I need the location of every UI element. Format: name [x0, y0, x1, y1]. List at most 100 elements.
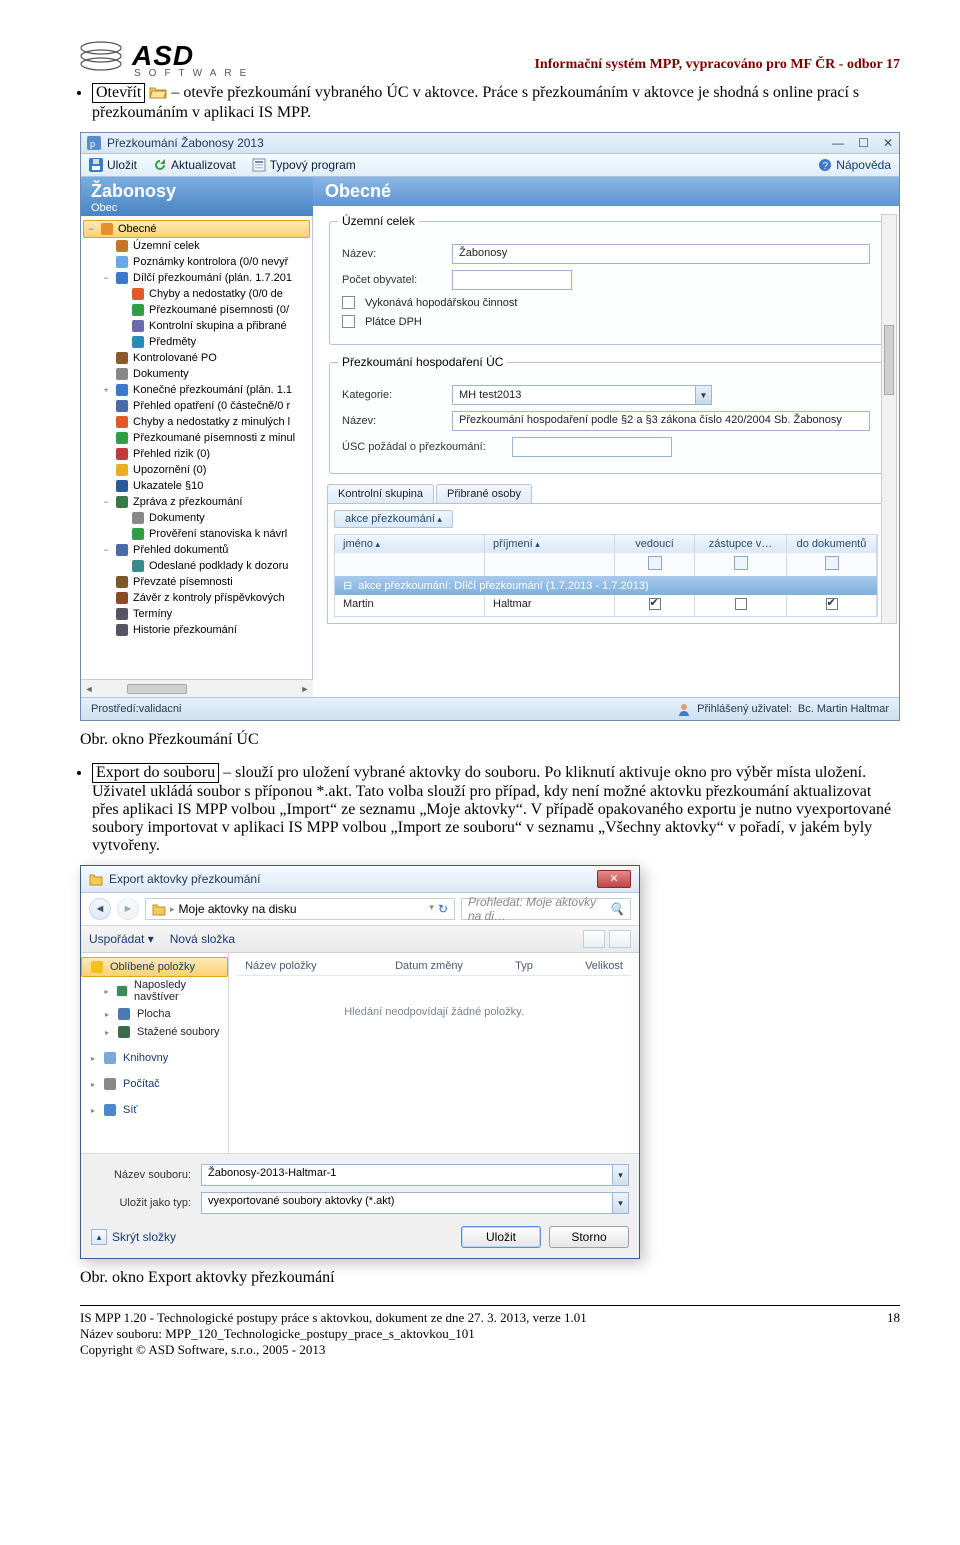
save-file-button[interactable]: Uložit — [461, 1226, 541, 1248]
input-nazev2[interactable]: Přezkoumání hospodaření podle §2 a §3 zá… — [452, 411, 870, 431]
nav-item[interactable]: ▸Naposledy navštíver — [81, 977, 228, 1005]
tree-item[interactable]: Závěr z kontroly příspěvkových — [83, 590, 310, 606]
help2-button[interactable] — [609, 930, 631, 948]
chk-dok[interactable] — [826, 598, 838, 610]
tree-item[interactable]: Chyby a nedostatky (0/0 de — [83, 286, 310, 302]
tree-label: Územní celek — [133, 240, 200, 252]
tree-item[interactable]: −Obecné — [83, 220, 310, 238]
nav-item[interactable]: ▸Stažené soubory — [81, 1023, 228, 1041]
tree-item[interactable]: Předměty — [83, 334, 310, 350]
nav-label: Síť — [123, 1104, 138, 1116]
input-pocet[interactable] — [452, 270, 572, 290]
table-row[interactable]: Martin Haltmar — [335, 595, 877, 616]
save-button[interactable]: Uložit — [89, 158, 137, 172]
dialog-close-button[interactable]: ✕ — [597, 870, 631, 888]
maximize-button[interactable]: ☐ — [858, 136, 869, 150]
app-window: p Přezkoumání Žabonosy 2013 — ☐ ✕ Uložit… — [80, 132, 900, 721]
tree-item[interactable]: Poznámky kontrolora (0/0 nevyř — [83, 254, 310, 270]
tree-item[interactable]: Přezkoumané písemnosti (0/ — [83, 302, 310, 318]
new-folder-button[interactable]: Nová složka — [170, 932, 235, 946]
hide-folders-button[interactable]: ▴ Skrýt složky — [91, 1229, 176, 1245]
tree-scrollbar[interactable]: ◄► — [81, 679, 313, 697]
col-zastupce[interactable]: zástupce v… — [695, 535, 787, 553]
tree-item[interactable]: Odeslané podklady k dozoru — [83, 558, 310, 574]
tree-twisty[interactable]: − — [86, 224, 96, 234]
close-button[interactable]: ✕ — [883, 136, 893, 150]
chevron-up-icon: ▴ — [91, 1229, 107, 1245]
checkbox-hosp[interactable] — [342, 296, 355, 309]
tree-label: Dokumenty — [149, 512, 205, 524]
help-button[interactable]: ? Nápověda — [818, 158, 891, 172]
tree-item[interactable]: −Zpráva z přezkoumání — [83, 494, 310, 510]
form-scrollbar[interactable] — [881, 214, 897, 624]
fh-type[interactable]: Typ — [507, 957, 577, 975]
col-prijmeni[interactable]: příjmení — [485, 535, 615, 553]
nav-forward-button[interactable]: ► — [117, 898, 139, 920]
tree-item[interactable]: Historie přezkoumání — [83, 622, 310, 638]
dropdown-kategorie[interactable]: MH test2013 ▼ — [452, 385, 712, 405]
group-pill[interactable]: akce přezkoumání — [334, 510, 453, 528]
tree-item[interactable]: Chyby a nedostatky z minulých l — [83, 414, 310, 430]
boxed-export: Export do souboru — [92, 763, 219, 783]
tree-item[interactable]: Ukazatele §10 — [83, 478, 310, 494]
filter-vedouci[interactable] — [648, 556, 662, 570]
nav-item[interactable]: ▸Knihovny — [81, 1049, 228, 1067]
tree-twisty[interactable]: − — [101, 545, 111, 555]
minimize-button[interactable]: — — [832, 136, 844, 150]
tree-item[interactable]: Územní celek — [83, 238, 310, 254]
tree-item[interactable]: + Konečné přezkoumání (plán. 1.1 — [83, 382, 310, 398]
tree-item[interactable]: Dokumenty — [83, 366, 310, 382]
grid-group-row[interactable]: ⊟ akce přezkoumání: Dílčí přezkoumání (1… — [335, 576, 877, 595]
fh-date[interactable]: Datum změny — [387, 957, 507, 975]
col-jmeno[interactable]: jméno — [335, 535, 485, 553]
nav-item[interactable]: Oblíbené položky — [81, 957, 228, 977]
input-nazev[interactable]: Žabonosy — [452, 244, 870, 264]
input-usc[interactable] — [512, 437, 672, 457]
tab-pribrane[interactable]: Přibrané osoby — [436, 484, 532, 503]
nav-item[interactable]: ▸Počítač — [81, 1075, 228, 1093]
tree-item[interactable]: Kontrolované PO — [83, 350, 310, 366]
tree-label: Konečné přezkoumání (plán. 1.1 — [133, 384, 292, 396]
cancel-button[interactable]: Storno — [549, 1226, 629, 1248]
fh-name[interactable]: Název položky — [237, 957, 387, 975]
fh-size[interactable]: Velikost — [577, 957, 631, 975]
tab-kontrolni[interactable]: Kontrolní skupina — [327, 484, 434, 503]
tree-item[interactable]: Přezkoumané písemnosti z minul — [83, 430, 310, 446]
tree-item[interactable]: Kontrolní skupina a přibrané — [83, 318, 310, 334]
input-filename[interactable]: Žabonosy-2013-Haltmar-1 ▾ — [201, 1164, 629, 1186]
tree-item[interactable]: Přehled opatření (0 částečně/0 r — [83, 398, 310, 414]
nav-item[interactable]: ▸Síť — [81, 1101, 228, 1119]
tree-item[interactable]: Přehled rizik (0) — [83, 446, 310, 462]
chk-vedouci[interactable] — [649, 598, 661, 610]
tree-item[interactable]: Termíny — [83, 606, 310, 622]
tree-twisty[interactable]: + — [101, 385, 111, 395]
nav-item[interactable]: ▸Plocha — [81, 1005, 228, 1023]
filter-dok[interactable] — [825, 556, 839, 570]
chevron-down-icon[interactable]: ▾ — [429, 902, 434, 916]
address-bar[interactable]: ▸ Moje aktovky na disku ▾ ↻ — [145, 898, 455, 920]
view-mode-button[interactable] — [583, 930, 605, 948]
col-vedouci[interactable]: vedoucí — [615, 535, 695, 553]
tree-twisty[interactable]: − — [101, 497, 111, 507]
tprogram-button[interactable]: Typový program — [252, 158, 356, 172]
tree-twisty[interactable]: − — [101, 273, 111, 283]
status-user-value: Bc. Martin Haltmar — [798, 703, 889, 715]
tree-item[interactable]: −Přehled dokumentů — [83, 542, 310, 558]
tree-item[interactable]: Dokumenty — [83, 510, 310, 526]
tree-item[interactable]: Upozornění (0) — [83, 462, 310, 478]
refresh-button[interactable]: Aktualizovat — [153, 158, 236, 172]
tree-item[interactable]: Prověření stanoviska k návrl — [83, 526, 310, 542]
organize-button[interactable]: Uspořádat ▾ — [89, 932, 154, 946]
filter-zastupce[interactable] — [734, 556, 748, 570]
checkbox-dph[interactable] — [342, 315, 355, 328]
nav-tree[interactable]: −Obecné Územní celek Poznámky kontrolora (… — [81, 216, 313, 679]
col-dokumentu[interactable]: do dokumentů — [787, 535, 877, 553]
search-input[interactable]: Prohledat: Moje aktovky na di… 🔍 — [461, 898, 631, 920]
nav-back-button[interactable]: ◄ — [89, 898, 111, 920]
chk-zastupce[interactable] — [735, 598, 747, 610]
refresh-addr-icon[interactable]: ↻ — [438, 902, 448, 916]
tree-item[interactable]: Převzaté písemnosti — [83, 574, 310, 590]
tree-item[interactable]: −Dílčí přezkoumání (plán. 1.7.201 — [83, 270, 310, 286]
input-filetype[interactable]: vyexportované soubory aktovky (*.akt) ▾ — [201, 1192, 629, 1214]
dialog-nav-tree[interactable]: Oblíbené položky▸Naposledy navštíver▸Plo… — [81, 953, 229, 1153]
